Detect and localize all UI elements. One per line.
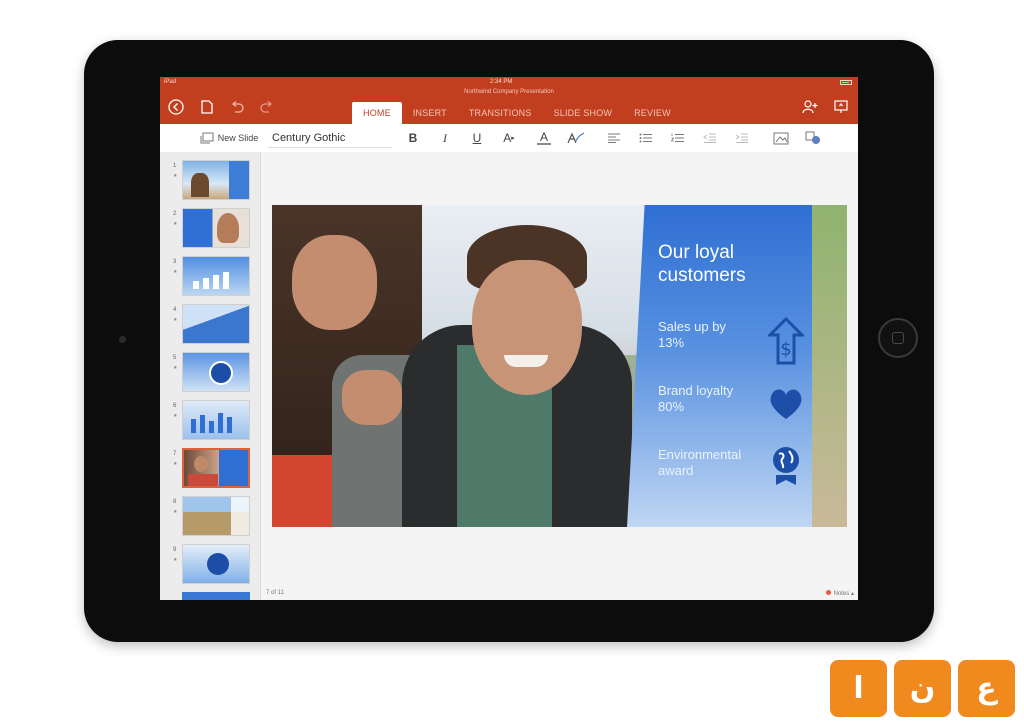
- present-icon[interactable]: [832, 98, 850, 116]
- home-button[interactable]: [878, 318, 918, 358]
- watermark-logo-tile: ع: [958, 660, 1015, 717]
- slide-thumb-image: [182, 304, 250, 344]
- slide-thumb-3[interactable]: 3 ★: [160, 256, 260, 302]
- slide-thumb-1[interactable]: 1 ★: [160, 160, 260, 206]
- align-left-icon[interactable]: [606, 129, 622, 147]
- increase-indent-icon[interactable]: [734, 129, 750, 147]
- slide-heading: Our loyal customers: [658, 242, 746, 286]
- notes-button[interactable]: Notes ▴: [825, 590, 854, 597]
- camera-dot: [119, 336, 126, 343]
- font-size-glyph: A: [503, 131, 512, 145]
- slide-thumb-9[interactable]: 9 ★: [160, 544, 260, 590]
- current-slide[interactable]: Our loyal customers Sales up by 13% $ Br…: [272, 205, 847, 527]
- slide-thumb-image: [182, 544, 250, 584]
- slide-photo: [504, 355, 548, 367]
- svg-text:$: $: [780, 339, 791, 360]
- underline-button[interactable]: U: [470, 129, 484, 147]
- status-footer: 7 of 11 Notes ▴: [261, 587, 858, 600]
- shapes-icon[interactable]: [804, 129, 822, 147]
- tab-transitions[interactable]: TRANSITIONS: [458, 102, 543, 124]
- watermark-logo-tile: ا: [830, 660, 887, 717]
- slide-photo: [292, 235, 377, 330]
- bold-button[interactable]: B: [406, 129, 420, 147]
- stat-brand-loyalty: Brand loyalty 80%: [658, 383, 734, 414]
- tab-slide-show[interactable]: SLIDE SHOW: [543, 102, 624, 124]
- slide-thumbnails-panel: 1 ★ 2 ★ 3 ★ 4 ★ 5 ★ 6 ★ 7 ★ 8 ★ 9 ★: [160, 152, 261, 600]
- italic-button[interactable]: I: [438, 129, 452, 147]
- stat-environmental-award: Environmental award: [658, 447, 742, 478]
- document-title: Northwind Company Presentation: [464, 89, 554, 95]
- bullets-icon[interactable]: [638, 129, 654, 147]
- watermark-logo-tile: ن: [894, 660, 951, 717]
- slide-thumb-8[interactable]: 8 ★: [160, 496, 260, 542]
- slide-thumb-partial: [182, 592, 250, 600]
- carrier-label: iPad: [164, 79, 177, 85]
- slide-photo: [472, 260, 582, 395]
- decrease-indent-icon[interactable]: [702, 129, 718, 147]
- ribbon-tabs: HOME INSERT TRANSITIONS SLIDE SHOW REVIE…: [352, 102, 682, 124]
- slide-thumb-image: [182, 256, 250, 296]
- tab-review[interactable]: REVIEW: [623, 102, 682, 124]
- text-effects-icon[interactable]: [566, 129, 586, 147]
- slide-thumb-image: [182, 400, 250, 440]
- notes-label: Notes: [833, 591, 850, 597]
- photo-edge: [812, 205, 847, 527]
- heart-icon: [768, 387, 804, 426]
- ribbon-header: Northwind Company Presentation HOME INSE…: [160, 88, 858, 124]
- slide-canvas[interactable]: Our loyal customers Sales up by 13% $ Br…: [261, 152, 858, 587]
- font-color-glyph: A: [539, 129, 548, 144]
- slide-photo: [342, 370, 402, 425]
- slide-thumb-image: [182, 496, 250, 536]
- new-slide-label: New Slide: [217, 133, 259, 143]
- new-slide-button[interactable]: New Slide: [196, 129, 262, 147]
- slide-thumb-image: [182, 448, 250, 488]
- file-icon[interactable]: [198, 98, 216, 116]
- slide-thumb-4[interactable]: 4 ★: [160, 304, 260, 350]
- tab-home[interactable]: HOME: [352, 102, 402, 124]
- tab-insert[interactable]: INSERT: [402, 102, 458, 124]
- slide-thumb-image: [182, 208, 250, 248]
- back-arrow-icon[interactable]: [167, 98, 185, 116]
- slide-thumb-2[interactable]: 2 ★: [160, 208, 260, 254]
- stat-sales: Sales up by 13%: [658, 319, 726, 350]
- undo-icon[interactable]: [228, 98, 246, 116]
- slide-thumb-5[interactable]: 5 ★: [160, 352, 260, 398]
- dollar-arrow-icon: $: [766, 316, 806, 370]
- numbering-icon[interactable]: [670, 129, 686, 147]
- picture-icon[interactable]: [772, 129, 790, 147]
- slide-thumb-image: [182, 352, 250, 392]
- formatting-toolbar: New Slide Century Gothic B I U A ▸ A: [160, 124, 858, 153]
- new-slide-icon: [200, 132, 214, 144]
- slide-thumb-6[interactable]: 6 ★: [160, 400, 260, 446]
- powerpoint-screen: iPad 2:34 PM Northwind Company Presentat…: [160, 77, 858, 600]
- clock-label: 2:34 PM: [490, 79, 513, 85]
- notes-icon: [825, 590, 831, 595]
- font-size-button[interactable]: A ▸: [500, 129, 518, 147]
- slide-thumb-7-selected[interactable]: 7 ★: [160, 448, 260, 494]
- ios-status-bar: iPad 2:34 PM: [160, 77, 858, 88]
- slide-counter: 7 of 11: [266, 590, 284, 596]
- font-color-button[interactable]: A: [534, 129, 554, 147]
- share-person-icon[interactable]: [801, 98, 819, 116]
- battery-icon: [840, 80, 852, 85]
- globe-award-icon: [770, 445, 802, 492]
- font-name-field[interactable]: Century Gothic: [268, 128, 392, 148]
- slide-thumb-image: [182, 160, 250, 200]
- redo-icon[interactable]: [258, 98, 276, 116]
